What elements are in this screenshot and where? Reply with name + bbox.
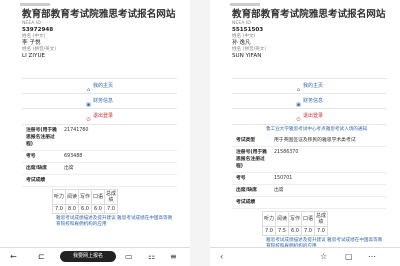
- tabs-count-icon[interactable]: ▢: [345, 252, 353, 262]
- cn-name-value: 李 子悦: [22, 40, 41, 46]
- field-key: 考试类型: [236, 138, 256, 143]
- score-header: 听力: [262, 211, 276, 227]
- site-title: 教育部教育考试院雅思考试报名网站: [232, 9, 386, 20]
- menu-label: 退出登录: [302, 113, 323, 119]
- star-icon[interactable]: ☆: [320, 252, 327, 262]
- score-header: 总成绩: [104, 189, 118, 205]
- field-value: 21741780: [64, 128, 89, 133]
- field-row: 考号 150701: [232, 173, 387, 185]
- profile-header: 教育部教育考试院雅思考试报名网站 NEEA ID 55151503 姓名 (中文…: [232, 8, 392, 60]
- field-row: 考试成绩: [232, 197, 387, 209]
- score-value: 7.5: [275, 226, 289, 236]
- site-title: 教育部教育考试院雅思考试报名网站: [22, 9, 176, 20]
- field-row: 考试类型 用于英国签证及移民的雅思学术类考试: [232, 135, 387, 147]
- wallet-icon: ▣: [296, 102, 301, 108]
- power-icon: ⏻: [86, 117, 91, 123]
- score-value: 8.0: [65, 204, 79, 214]
- exam-card: 注册号(用于雅思报名注册过程) 21741780 考号 693488 出席/缺席 出席…: [22, 124, 177, 230]
- home-icon: ⌂: [86, 87, 91, 93]
- tabs-icon[interactable]: ▭: [125, 252, 133, 262]
- score-table: 听力 阅读 写作 口语 总成绩 7.0 8.0 6.0 6.0 7.0: [52, 189, 118, 214]
- menu-home[interactable]: ⌂我的主页: [22, 78, 177, 93]
- field-value: 出席: [64, 166, 74, 171]
- bookmark-icon[interactable]: ⊏: [38, 252, 45, 262]
- field-value: 用于英国签证及移民的雅思学术类考试: [274, 138, 356, 143]
- power-icon: ⏻: [296, 117, 301, 123]
- field-key: 出席/缺席: [236, 188, 257, 193]
- score-header: 听力: [52, 189, 66, 205]
- gap: [190, 0, 210, 266]
- score-value: 7.0: [314, 226, 328, 236]
- score-value: 7.0: [52, 204, 66, 214]
- menu-label: 退出登录: [92, 113, 113, 119]
- field-row: 考号 693488: [22, 151, 177, 163]
- score-header: 总成绩: [314, 211, 328, 227]
- field-row: 考试成绩: [22, 175, 177, 187]
- field-row: 出席/缺席 出席: [22, 163, 177, 175]
- field-value: 693488: [64, 154, 83, 159]
- field-key: 注册号(用于雅思报名注册过程): [236, 150, 267, 169]
- field-row: 出席/缺席 出席: [232, 185, 387, 197]
- phone-screen-right: 教育部教育考试院雅思考试报名网站 NEEA ID 55151503 姓名 (中文…: [210, 0, 400, 266]
- score-value: 7.0: [104, 204, 118, 214]
- browser-nav-bar: ‹ ☆ ▢ ⋯: [210, 247, 400, 266]
- field-value: [272, 197, 387, 208]
- more-icon[interactable]: ⋯: [368, 252, 376, 262]
- field-value: [62, 175, 177, 186]
- field-key: 注册号(用于雅思报名注册过程): [26, 128, 57, 147]
- menu-finance[interactable]: ▣财务信息: [22, 93, 177, 108]
- grid-icon[interactable]: ⚏: [148, 252, 155, 262]
- menu-finance[interactable]: ▣财务信息: [232, 93, 387, 108]
- field-key: 考试成绩: [236, 200, 256, 205]
- browser-nav-bar: ← ⊏ 我要网上报名 ▭ ⚏ ≡: [0, 247, 190, 266]
- back-icon[interactable]: ‹: [220, 252, 223, 262]
- score-value: 7.0: [301, 226, 315, 236]
- menu-label: 我的主页: [302, 83, 323, 89]
- wallet-icon: ▣: [86, 102, 91, 108]
- field-key: 出席/缺席: [26, 166, 47, 171]
- signup-pill-button[interactable]: 我要网上报名: [60, 251, 116, 262]
- exam-notice-link[interactable]: 鲁工业大学雅思考试中心考点雅思考试入场的通知: [232, 125, 387, 135]
- profile-header: 教育部教育考试院雅思考试报名网站 NEEA ID 53972948 姓名 (中文…: [22, 8, 182, 60]
- pinyin-name-value: LI ZIYUE: [22, 53, 46, 59]
- score-value: 7.0: [262, 226, 276, 236]
- score-value: 6.0: [78, 204, 92, 214]
- field-value: 出席: [274, 188, 284, 193]
- field-value: 150701: [274, 176, 293, 181]
- status-bar: [0, 0, 190, 8]
- score-header: 写作: [78, 189, 92, 205]
- menu-label: 财务信息: [92, 98, 113, 104]
- field-key: 考号: [26, 154, 36, 159]
- back-icon[interactable]: ←: [10, 252, 17, 262]
- status-bar: [210, 0, 400, 8]
- field-value: 21586370: [274, 150, 299, 155]
- exam-card: 鲁工业大学雅思考试中心考点雅思考试入场的通知 考试类型 用于英国签证及移民的雅思学…: [232, 124, 387, 252]
- field-key: 考号: [236, 176, 246, 181]
- neea-id-value: 55151503: [232, 27, 264, 33]
- score-header: 写作: [288, 211, 302, 227]
- field-row: 注册号(用于雅思报名注册过程) 21741780: [22, 125, 177, 151]
- menu-home[interactable]: ⌂我的主页: [232, 78, 387, 93]
- score-header: 口语: [91, 189, 105, 205]
- menu-label: 我的主页: [92, 83, 113, 89]
- score-info-link[interactable]: 雅思考试成绩描述及提升建议 雅思考试成绩在中国高等教育院校和雇佣机构的应用: [22, 214, 177, 230]
- menu-logout[interactable]: ⏻退出登录: [232, 108, 387, 123]
- score-header: 阅读: [275, 211, 289, 227]
- phone-screen-left: 教育部教育考试院雅思考试报名网站 NEEA ID 53972948 姓名 (中文…: [0, 0, 190, 266]
- cn-name-value: 孙 逸凡: [232, 40, 251, 46]
- home-icon: ⌂: [296, 87, 301, 93]
- score-value: 6.0: [91, 204, 105, 214]
- menu-label: 财务信息: [302, 98, 323, 104]
- score-header: 口语: [301, 211, 315, 227]
- field-key: 考试成绩: [26, 178, 46, 183]
- menu-logout[interactable]: ⏻退出登录: [22, 108, 177, 123]
- neea-id-value: 53972948: [22, 27, 54, 33]
- menu-icon[interactable]: ≡: [170, 252, 177, 262]
- pinyin-name-value: SUN YIFAN: [232, 53, 262, 59]
- score-table: 听力 阅读 写作 口语 总成绩 7.0 7.5 6.0 7.0 7.0: [262, 211, 328, 236]
- score-value: 6.0: [288, 226, 302, 236]
- score-header: 阅读: [65, 189, 79, 205]
- field-row: 注册号(用于雅思报名注册过程) 21586370: [232, 147, 387, 173]
